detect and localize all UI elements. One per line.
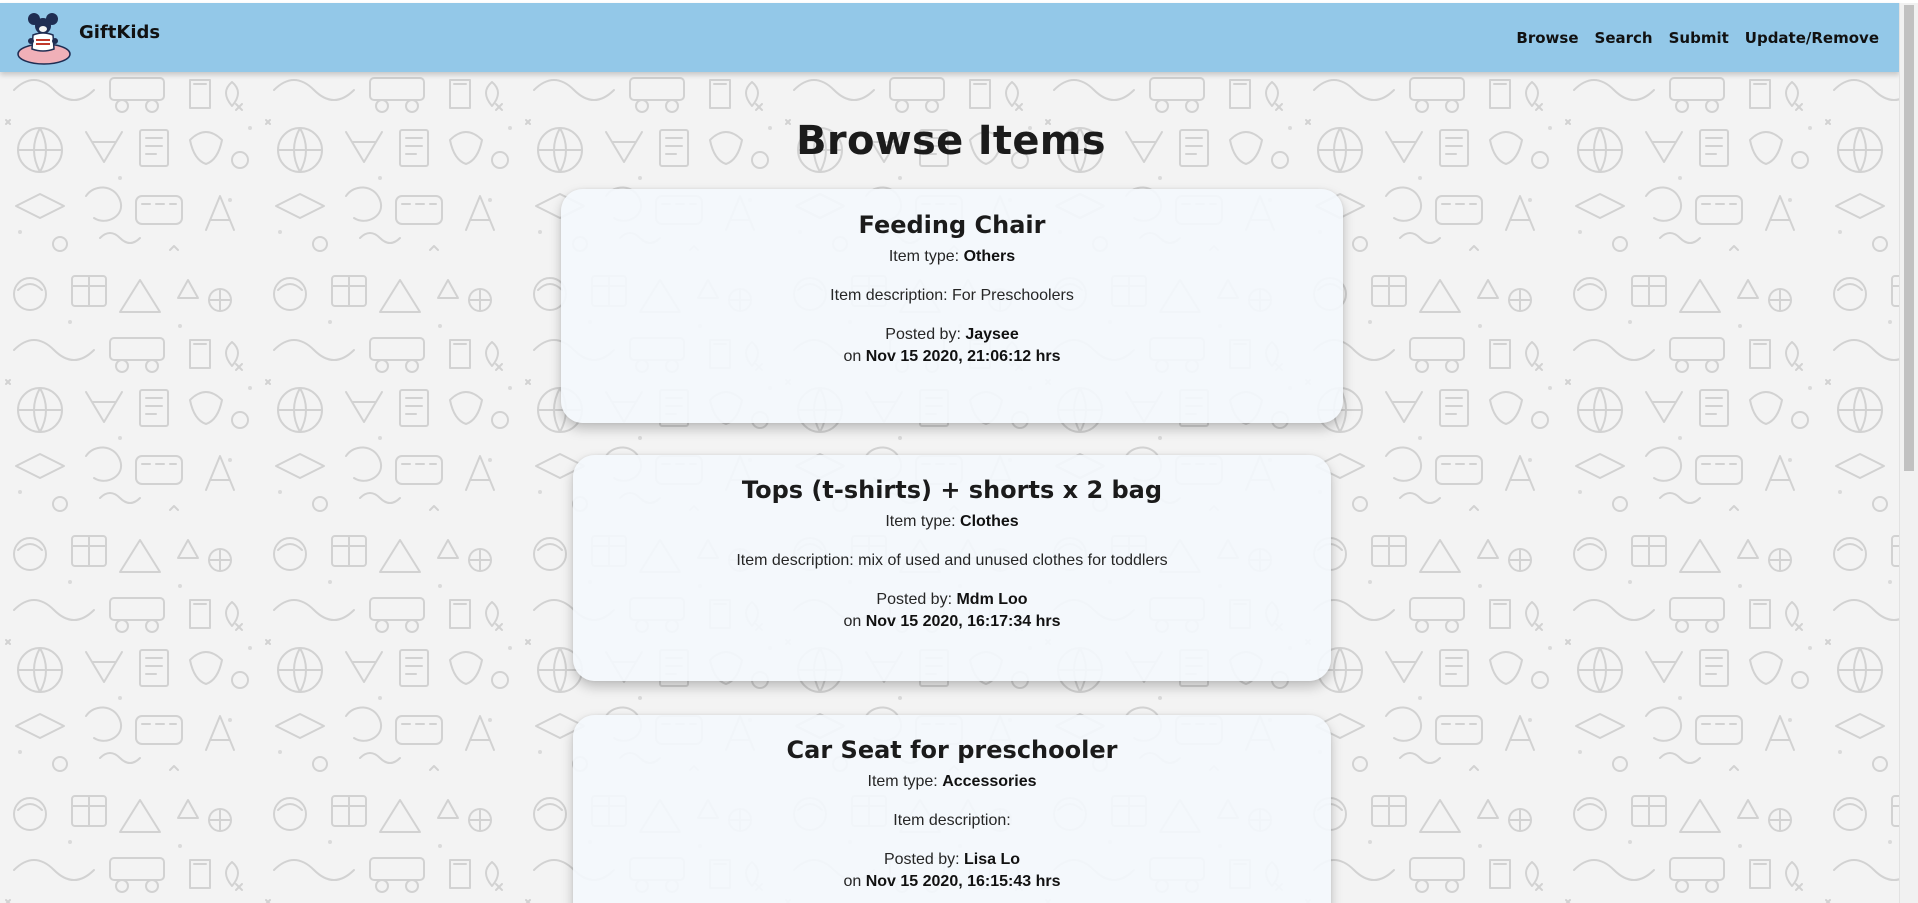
posted-by-value: Jaysee	[965, 326, 1019, 343]
date-on-label: on	[843, 873, 866, 890]
item-description-label: Item description:	[893, 812, 1011, 829]
mouse-mascot-logo-icon	[17, 13, 71, 65]
item-date-value: Nov 15 2020, 16:17:34 hrs	[865, 613, 1061, 630]
brand-name[interactable]: GiftKids	[79, 22, 160, 43]
item-date-value: Nov 15 2020, 16:15:43 hrs	[865, 873, 1061, 890]
item-posted-by-line: Posted by: Lisa Lo	[573, 851, 1331, 869]
item-card: Tops (t-shirts) + shorts x 2 bag Item ty…	[573, 455, 1331, 681]
nav-search-link[interactable]: Search	[1595, 29, 1653, 47]
item-posted-by-line: Posted by: Jaysee	[561, 326, 1343, 344]
date-on-label: on	[843, 613, 866, 630]
nav-submit-link[interactable]: Submit	[1669, 29, 1729, 47]
navbar: GiftKids Browse Search Submit Update/Rem…	[0, 3, 1900, 72]
item-card: Car Seat for preschooler Item type: Acce…	[573, 715, 1331, 903]
posted-by-value: Mdm Loo	[956, 591, 1028, 608]
posted-by-label: Posted by:	[876, 591, 957, 608]
nav-update-remove-link[interactable]: Update/Remove	[1745, 29, 1879, 47]
item-description-label: Item description:	[830, 287, 952, 304]
vertical-scrollbar[interactable]	[1899, 3, 1918, 903]
item-type-line: Item type: Others	[561, 248, 1343, 266]
main-content: Browse Items Feeding Chair Item type: Ot…	[0, 72, 1900, 903]
item-description-value: For Preschoolers	[952, 287, 1074, 304]
nav-browse-link[interactable]: Browse	[1516, 29, 1578, 47]
date-on-label: on	[843, 348, 866, 365]
item-type-label: Item type:	[867, 773, 943, 790]
item-description-line: Item description: For Preschoolers	[561, 287, 1343, 305]
item-title: Feeding Chair	[858, 211, 1046, 239]
item-description-line: Item description:	[573, 812, 1331, 830]
item-title: Tops (t-shirts) + shorts x 2 bag	[741, 476, 1163, 504]
item-posted-by-line: Posted by: Mdm Loo	[573, 591, 1331, 609]
scrollbar-thumb[interactable]	[1904, 5, 1914, 471]
item-type-value: Others	[963, 248, 1016, 265]
item-type-line: Item type: Clothes	[573, 513, 1331, 531]
item-date-line: on Nov 15 2020, 16:17:34 hrs	[573, 613, 1331, 631]
item-date-value: Nov 15 2020, 21:06:12 hrs	[865, 348, 1061, 365]
item-description-line: Item description: mix of used and unused…	[573, 552, 1331, 570]
item-card: Feeding Chair Item type: Others Item des…	[561, 189, 1343, 423]
item-description-label: Item description:	[736, 552, 859, 569]
item-title: Car Seat for preschooler	[786, 736, 1118, 764]
item-type-value: Accessories	[942, 773, 1037, 790]
item-date-line: on Nov 15 2020, 21:06:12 hrs	[561, 348, 1343, 366]
posted-by-label: Posted by:	[883, 851, 965, 868]
main-nav: Browse Search Submit Update/Remove	[1516, 29, 1879, 47]
posted-by-value: Lisa Lo	[964, 851, 1021, 868]
item-type-label: Item type:	[888, 248, 964, 265]
item-type-line: Item type: Accessories	[573, 773, 1331, 791]
brand[interactable]: GiftKids	[16, 9, 160, 65]
item-type-label: Item type:	[885, 513, 961, 530]
item-description-value: mix of used and unused clothes for toddl…	[858, 552, 1168, 569]
item-date-line: on Nov 15 2020, 16:15:43 hrs	[573, 873, 1331, 891]
page-title: Browse Items	[796, 118, 1106, 164]
posted-by-label: Posted by:	[885, 326, 966, 343]
item-type-value: Clothes	[960, 513, 1019, 530]
